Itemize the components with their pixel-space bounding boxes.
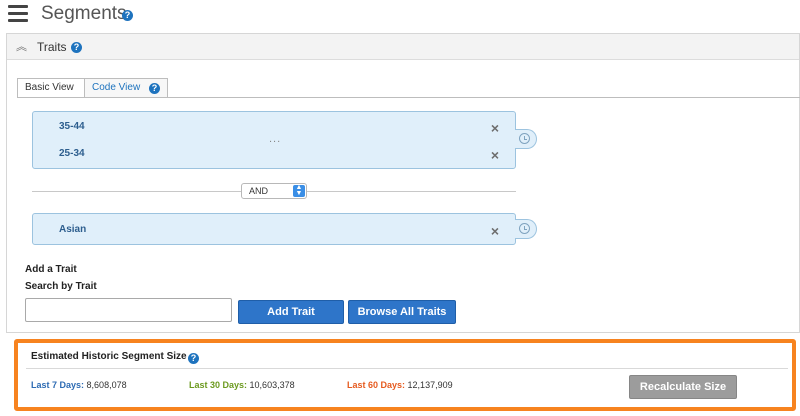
stat-last-60-days: Last 60 Days: 12,137,909 [347, 380, 453, 390]
help-icon[interactable]: ? [122, 10, 133, 21]
code-view-help-icon[interactable]: ? [148, 83, 160, 94]
traits-panel: ︽ Traits ? Basic View Code View ? 35-44 … [6, 33, 800, 333]
stat-label: Last 60 Days: [347, 380, 406, 390]
search-trait-input[interactable] [25, 298, 232, 322]
search-by-trait-label: Search by Trait [25, 281, 97, 292]
estimated-size-panel: Estimated Historic Segment Size ? Last 7… [14, 339, 796, 411]
trait-chip-35-44: 35-44 [59, 121, 85, 132]
tab-divider [17, 97, 800, 98]
estimated-size-title: Estimated Historic Segment Size [31, 351, 187, 362]
recalculate-size-button[interactable]: Recalculate Size [629, 375, 737, 399]
add-trait-heading: Add a Trait [25, 264, 77, 275]
trait-group: Asian × [32, 213, 516, 245]
operator-value: AND [249, 186, 269, 196]
remove-trait-icon[interactable]: × [491, 148, 499, 162]
stat-last-7-days: Last 7 Days: 8,608,078 [31, 380, 127, 390]
recency-clock-icon[interactable] [515, 219, 537, 239]
trait-chip-25-34: 25-34 [59, 148, 85, 159]
recency-clock-icon[interactable] [515, 129, 537, 149]
add-trait-button[interactable]: Add Trait [238, 300, 344, 324]
traits-panel-header: ︽ Traits ? [7, 34, 799, 60]
select-arrows-icon: ▲ ▼ [293, 184, 305, 197]
remove-trait-icon[interactable]: × [491, 121, 499, 135]
estimated-size-divider [26, 368, 788, 369]
page-header: Segments ? [0, 0, 800, 32]
tab-code-view[interactable]: Code View ? [84, 78, 168, 98]
collapse-chevron-up-icon[interactable]: ︽ [16, 38, 27, 54]
menu-icon[interactable] [8, 5, 28, 23]
browse-all-traits-button[interactable]: Browse All Traits [348, 300, 456, 324]
stat-value: 12,137,909 [407, 380, 453, 390]
tab-code-view-label: Code View [92, 82, 141, 93]
trait-group: 35-44 × ... 25-34 × [32, 111, 516, 169]
stat-value: 10,603,378 [249, 380, 295, 390]
traits-title: Traits [37, 40, 67, 54]
stat-label: Last 30 Days: [189, 380, 248, 390]
operator-select[interactable]: AND ▲ ▼ [241, 183, 307, 199]
remove-trait-icon[interactable]: × [491, 224, 499, 238]
stat-last-30-days: Last 30 Days: 10,603,378 [189, 380, 295, 390]
stat-label: Last 7 Days: [31, 380, 85, 390]
ellipsis-icon: ... [269, 133, 282, 145]
estimated-size-help-icon[interactable]: ? [188, 353, 199, 364]
traits-help-icon[interactable]: ? [71, 42, 82, 53]
stat-value: 8,608,078 [86, 380, 127, 390]
trait-chip-asian: Asian [59, 224, 87, 235]
page-title: Segments [41, 3, 127, 24]
tab-basic-view[interactable]: Basic View [17, 78, 85, 98]
